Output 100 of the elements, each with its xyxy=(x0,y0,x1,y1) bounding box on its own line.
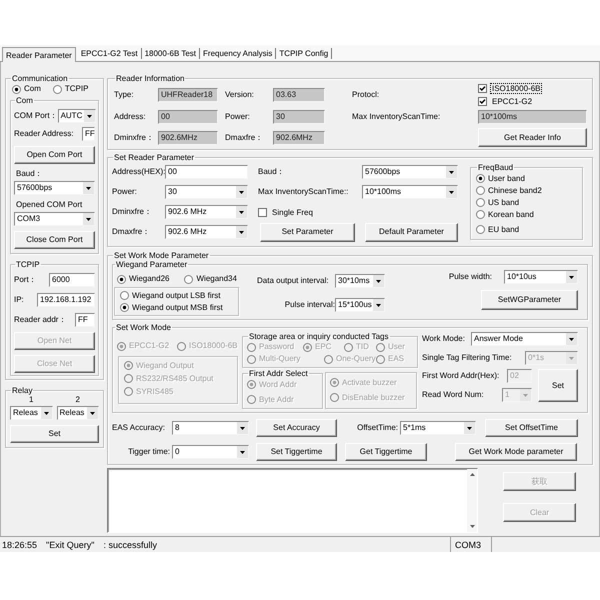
dropdown[interactable]: AUTC xyxy=(58,109,96,123)
checkbox-label[interactable]: ISO18000-6B xyxy=(490,83,542,94)
channel-label: 2 xyxy=(76,395,80,405)
dropdown[interactable]: 8 xyxy=(172,421,249,435)
field-label: Dminxfre： xyxy=(114,132,154,142)
tab[interactable]: Frequency Analysis xyxy=(200,48,276,59)
radio-option[interactable]: Wiegand output MSB first xyxy=(120,302,223,313)
caret-down-icon xyxy=(83,213,94,225)
caret-down-icon xyxy=(236,226,247,238)
caret-down-icon xyxy=(566,352,577,364)
field-label: Reader Address: xyxy=(14,129,74,139)
radio-option[interactable]: EU band xyxy=(476,224,520,235)
text-field[interactable]: UHFReader18 xyxy=(158,88,218,102)
checkbox-label[interactable]: EPCC1-G2 xyxy=(490,96,534,107)
text-field[interactable]: FF xyxy=(75,313,95,327)
dropdown[interactable]: Releas xyxy=(56,406,99,420)
get-trigger-button[interactable]: Get Tiggertime xyxy=(345,443,427,461)
tab[interactable]: 18000-6B Test xyxy=(142,48,200,59)
dropdown[interactable]: 0 xyxy=(172,445,249,459)
get-info-button[interactable]: Get Reader Info xyxy=(478,128,587,147)
dropdown[interactable]: 10*10us xyxy=(504,270,578,284)
set-wg-button[interactable]: SetWGParameter xyxy=(481,290,578,310)
dropdown[interactable]: 902.6 MHz xyxy=(165,205,248,219)
field-label: Port： xyxy=(14,275,37,285)
group-title: Set Work Mode Parameter xyxy=(113,251,210,260)
get-work-mode-button[interactable]: Get Work Mode parameter xyxy=(455,443,577,461)
radio-option[interactable]: User band xyxy=(476,173,525,184)
scrollbar[interactable] xyxy=(467,469,477,532)
field-label: Power: xyxy=(225,112,250,122)
checkbox-icon[interactable] xyxy=(478,97,487,106)
radio-option[interactable]: Com xyxy=(12,84,41,94)
scroll-up-icon[interactable] xyxy=(470,473,474,476)
radio-option[interactable]: Chinese band2 xyxy=(476,185,542,196)
dropdown[interactable]: 30 xyxy=(165,185,248,199)
field-label: Address(HEX): xyxy=(112,167,166,177)
text-field[interactable]: 6000 xyxy=(49,273,95,287)
dropdown[interactable]: 902.6 MHz xyxy=(165,225,248,239)
scroll-down-icon[interactable] xyxy=(470,525,474,528)
set-parameter-button[interactable]: Set Parameter xyxy=(260,222,355,242)
field-label: Address: xyxy=(114,112,146,122)
dropdown[interactable]: 30*10ms xyxy=(335,274,385,288)
field-label: Opened COM Port xyxy=(16,200,82,209)
dropdown[interactable]: 10*100ms xyxy=(362,185,458,199)
field-label: OffsetTime: xyxy=(357,423,398,433)
field-label: Dmaxfre： xyxy=(112,227,150,237)
radio-option[interactable]: Wiegand output LSB first xyxy=(120,290,220,301)
group-title: FreqBaud xyxy=(477,163,514,172)
field-label: IP: xyxy=(14,295,24,305)
radio-option[interactable]: Wiegand26 xyxy=(117,274,170,284)
default-parameter-button[interactable]: Default Parameter xyxy=(365,222,458,242)
set-offset-button[interactable]: Set OffsetTime xyxy=(485,419,578,437)
checkbox-icon[interactable] xyxy=(258,208,267,216)
tab[interactable]: Reader Parameter xyxy=(2,47,76,62)
radio-option[interactable]: US band xyxy=(476,197,520,208)
radio-option[interactable]: TCPIP xyxy=(52,84,88,94)
text-field[interactable]: FF xyxy=(82,127,95,141)
set-accuracy-button[interactable]: Set Accuracy xyxy=(256,419,337,437)
field-label: EAS Accuracy: xyxy=(112,423,165,433)
text-field[interactable]: 902.6MHz xyxy=(158,130,218,144)
caret-down-icon xyxy=(566,333,577,345)
radio-option[interactable]: Korean band xyxy=(476,209,534,220)
group-title: Set Work Mode xyxy=(115,323,172,332)
field-label: Dminxfre： xyxy=(112,207,152,217)
status-port: COM3 xyxy=(450,537,492,552)
dropdown[interactable]: Releas xyxy=(10,406,52,420)
open-port-button[interactable]: Open Com Port xyxy=(14,146,95,164)
field-label: Pulse width: xyxy=(448,272,492,282)
set-button[interactable]: Set xyxy=(10,425,99,443)
radio-option[interactable]: Wiegand34 xyxy=(184,274,237,284)
text-field[interactable]: 902.6MHz xyxy=(273,130,325,144)
field-label: Tigger time: xyxy=(128,447,170,457)
status-result: : successfully xyxy=(103,540,157,550)
set-mode-button[interactable]: Set xyxy=(538,369,578,402)
caret-down-icon xyxy=(566,271,577,283)
text-field[interactable]: 10*100ms xyxy=(478,110,587,124)
checkbox-icon[interactable] xyxy=(478,84,487,93)
close-port-button[interactable]: Close Com Port xyxy=(14,231,95,249)
dropdown[interactable]: 57600bps xyxy=(362,165,458,179)
caret-down-icon xyxy=(236,186,247,198)
text-field[interactable]: 30 xyxy=(273,110,325,124)
field-label: Data output interval: xyxy=(257,276,329,286)
tab[interactable]: TCPIP Config xyxy=(276,48,332,59)
dropdown[interactable]: COM3 xyxy=(14,212,95,226)
dropdown[interactable]: 5*1ms xyxy=(400,421,476,435)
text-field[interactable]: 03.63 xyxy=(273,88,325,102)
field-label: First Word Addr(Hex): xyxy=(422,371,500,381)
dropdown[interactable]: 57600bps xyxy=(14,181,95,195)
tab[interactable]: EPCC1-G2 Test xyxy=(78,48,142,59)
checkbox-label[interactable]: Single Freq xyxy=(270,206,315,218)
caret-down-icon xyxy=(446,186,457,198)
text-field[interactable]: 00 xyxy=(158,110,218,124)
text-field[interactable]: 192.168.1.192 xyxy=(37,293,95,307)
set-trigger-button[interactable]: Set Tiggertime xyxy=(256,443,337,461)
dropdown[interactable]: Answer Mode xyxy=(471,332,578,346)
caret-down-icon xyxy=(87,407,98,419)
dropdown[interactable]: 15*100us xyxy=(335,298,385,312)
group-title: TCPIP xyxy=(15,260,41,269)
log-area[interactable] xyxy=(107,468,478,533)
field-label: Single Tag Filtering Time: xyxy=(422,353,512,363)
text-field[interactable]: 00 xyxy=(165,165,248,179)
